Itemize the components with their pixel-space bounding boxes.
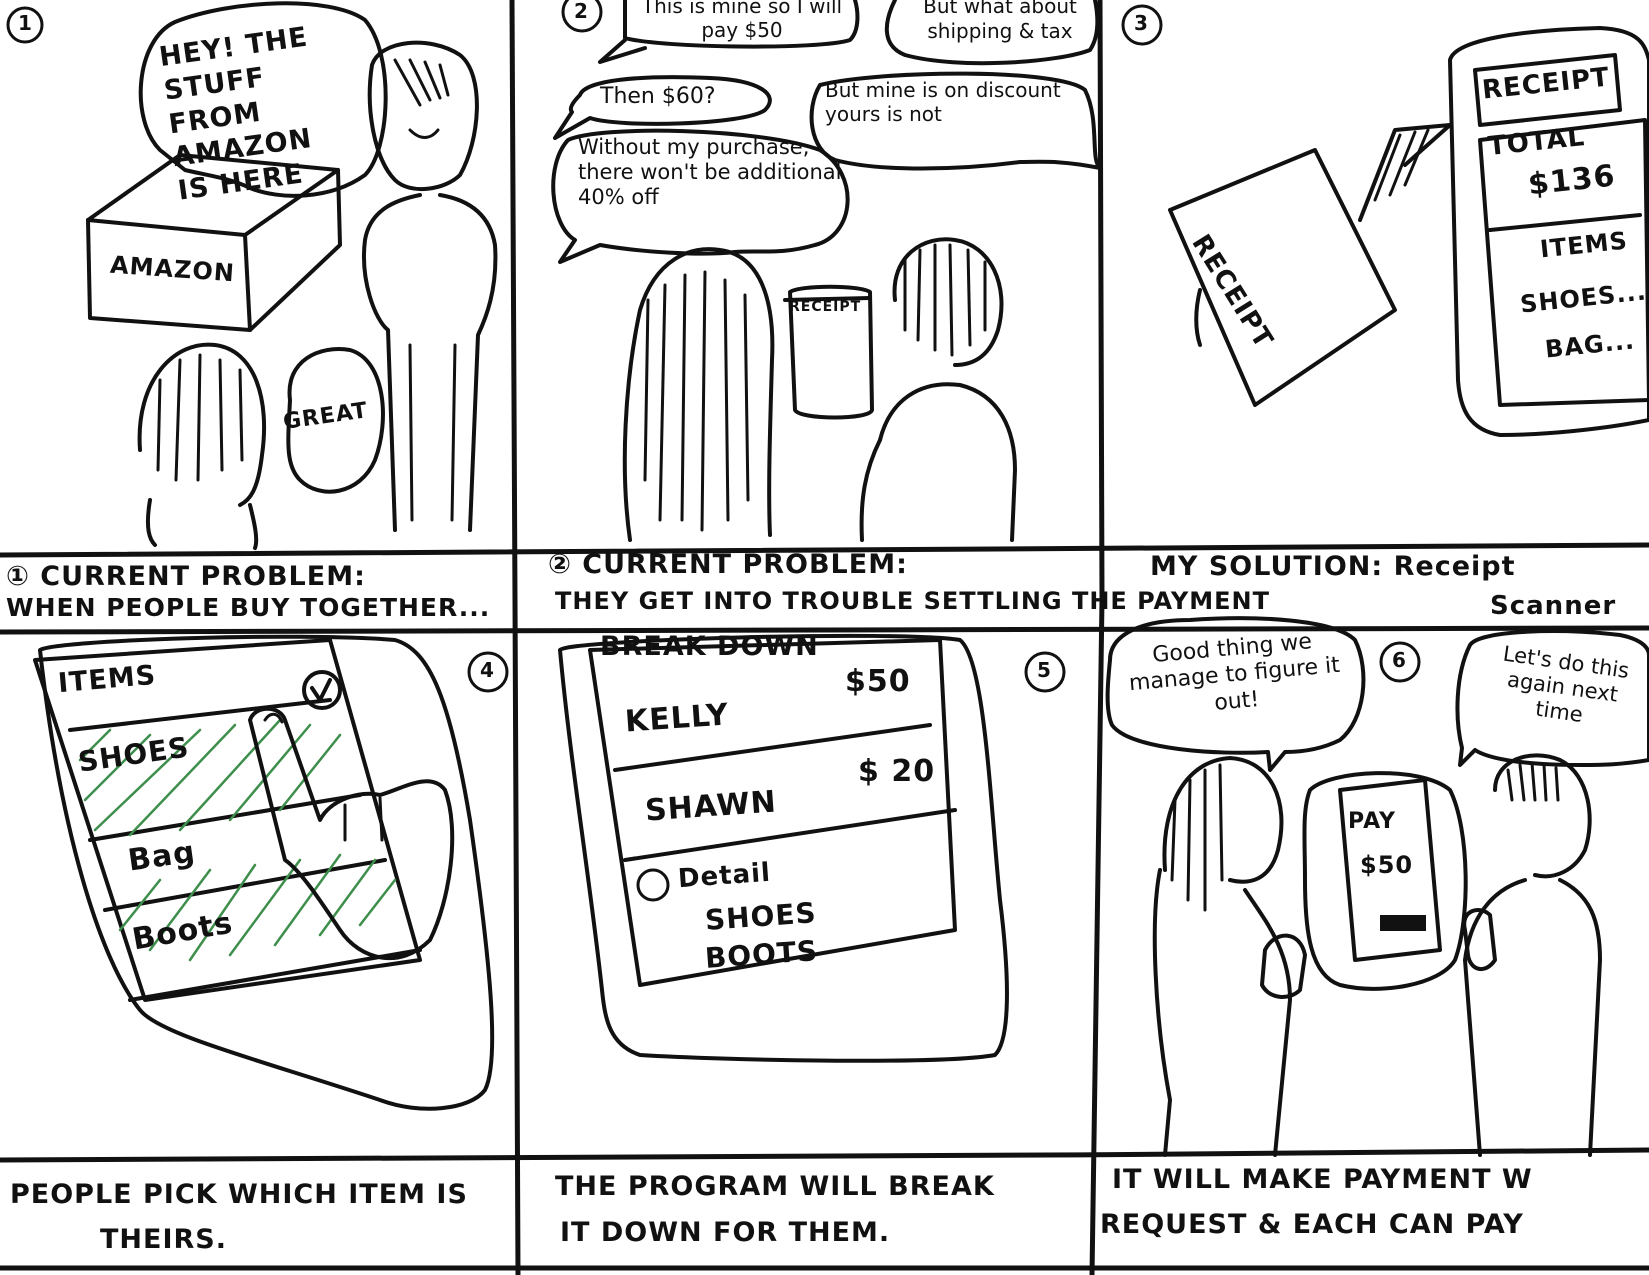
panel-number-1: 1 — [18, 11, 33, 35]
panel1-caption-line2: WHEN PEOPLE BUY TOGETHER... — [6, 593, 491, 622]
panel5-person-2-amount: $ 20 — [858, 754, 936, 789]
panel-number-5: 5 — [1037, 658, 1052, 682]
panel5-detail-label[interactable]: Detail — [677, 858, 772, 894]
panel-number-3: 3 — [1134, 11, 1149, 35]
panel1-caption-line1: ① CURRENT PROBLEM: — [6, 561, 366, 592]
panel4-caption-line2: THEIRS. — [100, 1224, 227, 1255]
panel2-speech-shipping: But what about shipping & tax — [923, 0, 1077, 43]
panel-number-2: 2 — [574, 0, 589, 23]
panel1-speech-hey: HEY! THE STUFF FROM AMAZON IS HERE — [157, 21, 315, 207]
panel2-speech-then: Then $60? — [600, 84, 716, 109]
panel2-receipt-label: RECEIPT — [789, 299, 862, 315]
panel4-art — [33, 634, 495, 1111]
panel2-speech-mine: This is mine so I will pay $50 — [641, 0, 843, 42]
panel6-caption-line2: REQUEST & EACH CAN PAY — [1100, 1209, 1524, 1240]
panel5-screen-title: BREAK DOWN — [600, 631, 819, 662]
panel5-person-1-name: KELLY — [623, 697, 731, 740]
panel6-phone-pay-label: PAY — [1348, 809, 1396, 834]
panel5-caption-line2: IT DOWN FOR THEM. — [560, 1217, 891, 1248]
panel6-phone-pay-amount: $50 — [1360, 851, 1414, 879]
panel2-caption-line2: THEY GET INTO TROUBLE SETTLING THE PAYME… — [555, 587, 1270, 615]
panel2-speech-without: Without my purchase, there won't be addi… — [578, 135, 842, 210]
panel5-person-1-amount: $50 — [845, 664, 911, 699]
panel2-speech-discount: But mine is on discount yours is not — [825, 78, 1061, 126]
panel3-caption-line1: MY SOLUTION: Receipt — [1150, 551, 1516, 582]
panel4-caption-line1: PEOPLE PICK WHICH ITEM IS — [10, 1179, 468, 1210]
panel5-art — [558, 633, 1009, 1063]
panel-number-6: 6 — [1392, 648, 1407, 672]
panel-number-4: 4 — [480, 658, 495, 682]
panel6-caption-line1: IT WILL MAKE PAYMENT W — [1112, 1164, 1533, 1195]
panel3-caption-line2: Scanner — [1490, 591, 1617, 621]
storyboard-sheet: 1 2 3 4 5 6 HEY! THE STUFF FROM AMAZON I… — [0, 0, 1649, 1275]
panel5-caption-line1: THE PROGRAM WILL BREAK — [555, 1171, 995, 1202]
panel2-caption-line1: ② CURRENT PROBLEM: — [548, 549, 908, 580]
